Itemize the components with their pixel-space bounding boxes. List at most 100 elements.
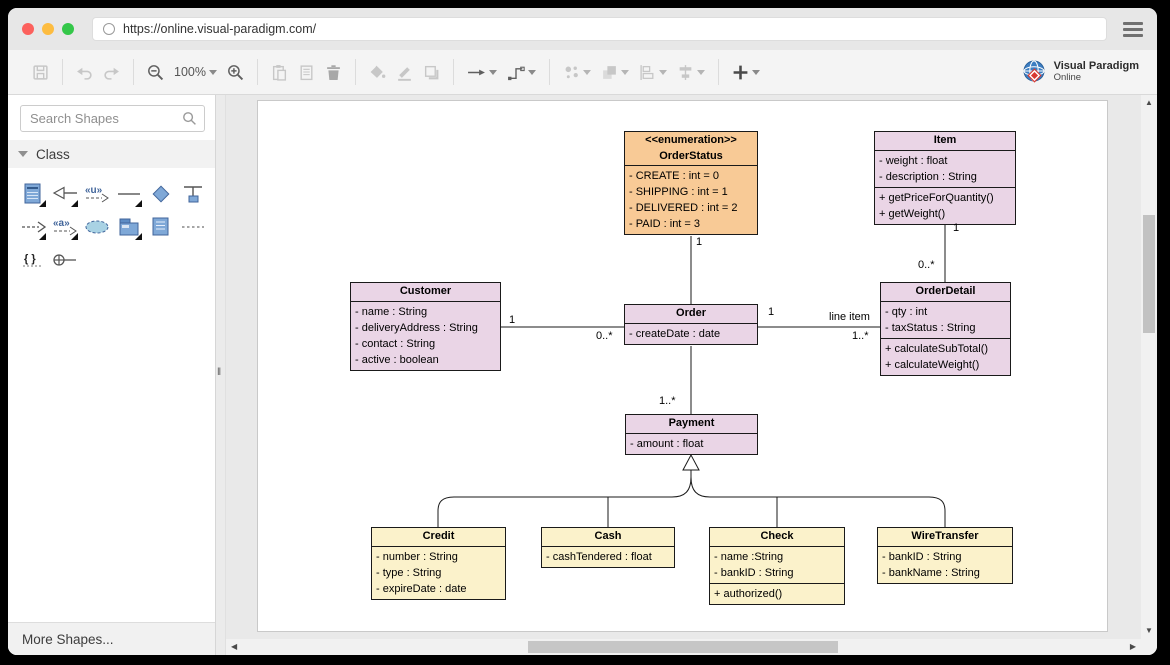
aggregation-diamond-icon[interactable] <box>146 178 176 209</box>
traffic-lights <box>22 23 74 35</box>
class-name: WireTransfer <box>878 528 1012 546</box>
delete-button[interactable] <box>325 64 342 81</box>
scroll-right-arrow[interactable]: ▶ <box>1130 643 1136 651</box>
edge-label: 0..* <box>596 330 613 342</box>
scroll-up-arrow[interactable]: ▲ <box>1145 99 1153 107</box>
class-name: Payment <box>626 415 757 433</box>
class-shape-icon[interactable] <box>18 178 48 209</box>
dependency-arrow-icon[interactable] <box>18 211 48 242</box>
uml-class-payment[interactable]: Payment- amount : float <box>625 414 758 455</box>
close-window-button[interactable] <box>22 23 34 35</box>
visual-paradigm-logo[interactable]: Visual Paradigm Online <box>1021 58 1143 86</box>
anchor-icon[interactable] <box>178 178 208 209</box>
edge-label: 1 <box>509 314 515 326</box>
class-attributes: - qty : int- taxStatus : String <box>881 301 1010 338</box>
arrow-style-dropdown[interactable] <box>467 64 497 81</box>
vertical-scroll-thumb[interactable] <box>1143 215 1155 333</box>
url-text[interactable]: https://online.visual-paradigm.com/ <box>123 22 316 36</box>
class-attributes: - createDate : date <box>625 323 757 344</box>
horizontal-scroll-thumb[interactable] <box>528 641 838 653</box>
scroll-left-arrow[interactable]: ◀ <box>231 643 237 651</box>
horizontal-scrollbar[interactable]: ◀ ▶ <box>226 639 1141 655</box>
connector-style-dropdown[interactable] <box>507 64 536 81</box>
sidebar-resizer-handle[interactable] <box>216 95 226 655</box>
uml-class-orderstatus[interactable]: <<enumeration>>OrderStatus- CREATE : int… <box>624 131 758 235</box>
a-stereotype-icon[interactable]: «a» <box>50 211 80 242</box>
uml-class-cash[interactable]: Cash- cashTendered : float <box>541 527 675 568</box>
zoom-out-button[interactable] <box>147 64 164 81</box>
class-attributes: - name : String- deliveryAddress : Strin… <box>351 301 500 370</box>
format-copy-button[interactable] <box>298 64 315 81</box>
browser-menu-icon[interactable] <box>1123 22 1143 37</box>
class-attributes: - cashTendered : float <box>542 546 674 567</box>
svg-text:{ }: { } <box>24 253 36 265</box>
edge-label: 1 <box>768 306 774 318</box>
class-name: Item <box>875 132 1015 150</box>
globe-icon <box>1021 58 1049 86</box>
site-info-icon[interactable] <box>103 23 115 35</box>
align-dropdown[interactable] <box>639 64 667 81</box>
class-name: Order <box>625 305 757 323</box>
zoom-level-value: 100% <box>174 65 206 79</box>
fill-color-icon[interactable] <box>369 64 386 81</box>
class-operations: + getPriceForQuantity()+ getWeight() <box>875 187 1015 224</box>
shape-palette: «u» «a» <box>8 168 215 281</box>
class-name: <<enumeration>>OrderStatus <box>625 132 757 165</box>
diagram-canvas[interactable]: <<enumeration>>OrderStatus- CREATE : int… <box>226 95 1157 655</box>
uml-class-item[interactable]: Item- weight : float- description : Stri… <box>874 131 1016 225</box>
zoom-level-dropdown[interactable]: 100% <box>174 65 217 79</box>
undo-button[interactable] <box>76 64 93 81</box>
section-header-class[interactable]: Class <box>8 140 215 168</box>
class-name: OrderDetail <box>881 283 1010 301</box>
svg-text:«a»: «a» <box>53 218 70 229</box>
constraint-icon[interactable]: { } <box>18 244 48 275</box>
usage-stereotype-icon[interactable]: «u» <box>82 178 112 209</box>
class-attributes: - bankID : String- bankName : String <box>878 546 1012 583</box>
maximize-window-button[interactable] <box>62 23 74 35</box>
class-name: Cash <box>542 528 674 546</box>
class-operations: + authorized() <box>710 583 844 604</box>
association-line-icon[interactable] <box>114 178 144 209</box>
shadow-icon[interactable] <box>423 64 440 81</box>
section-label: Class <box>36 147 70 162</box>
class-name: Customer <box>351 283 500 301</box>
more-shapes-button[interactable]: More Shapes... <box>8 622 215 655</box>
usecase-ellipse-icon[interactable] <box>82 211 112 242</box>
scroll-down-arrow[interactable]: ▼ <box>1145 627 1153 635</box>
edge-label: line item <box>829 311 870 323</box>
scrollbar-corner <box>1141 639 1157 655</box>
class-name: Credit <box>372 528 505 546</box>
redo-button[interactable] <box>103 64 120 81</box>
minimize-window-button[interactable] <box>42 23 54 35</box>
edge-label: 1..* <box>659 395 676 407</box>
generalization-icon[interactable] <box>50 178 80 209</box>
uml-class-customer[interactable]: Customer- name : String- deliveryAddress… <box>350 282 501 371</box>
edge-label: 1 <box>696 236 702 248</box>
url-bar[interactable]: https://online.visual-paradigm.com/ <box>92 17 1107 41</box>
distribute-dropdown[interactable] <box>677 64 705 81</box>
containment-icon[interactable] <box>50 244 80 275</box>
effects-dropdown[interactable] <box>563 64 591 81</box>
uml-class-order[interactable]: Order- createDate : date <box>624 304 758 345</box>
browser-window: https://online.visual-paradigm.com/ 10 <box>8 8 1157 655</box>
class-operations: + calculateSubTotal()+ calculateWeight() <box>881 338 1010 375</box>
uml-class-orderdetail[interactable]: OrderDetail- qty : int- taxStatus : Stri… <box>880 282 1011 376</box>
class-attributes: - weight : float- description : String <box>875 150 1015 187</box>
collapse-icon <box>18 151 28 157</box>
note-icon[interactable] <box>146 211 176 242</box>
search-shapes-input[interactable] <box>20 105 205 132</box>
paste-button[interactable] <box>271 64 288 81</box>
uml-class-credit[interactable]: Credit- number : String- type : String- … <box>371 527 506 600</box>
uml-class-check[interactable]: Check- name :String- bankID : String+ au… <box>709 527 845 605</box>
uml-class-wiretransfer[interactable]: WireTransfer- bankID : String- bankName … <box>877 527 1013 584</box>
shapes-sidebar: Class «u» <box>8 95 216 655</box>
add-shape-dropdown[interactable] <box>732 64 760 81</box>
dashed-line-icon[interactable] <box>178 211 208 242</box>
zoom-in-button[interactable] <box>227 64 244 81</box>
save-button[interactable] <box>32 64 49 81</box>
package-icon[interactable] <box>114 211 144 242</box>
browser-titlebar: https://online.visual-paradigm.com/ <box>8 8 1157 50</box>
vertical-scrollbar[interactable]: ▲ ▼ <box>1141 95 1157 639</box>
line-color-icon[interactable] <box>396 64 413 81</box>
group-dropdown[interactable] <box>601 64 629 81</box>
